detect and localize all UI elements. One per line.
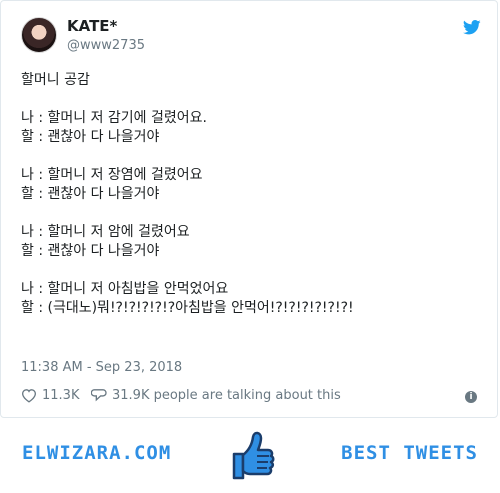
tweet-line: 할 : 괜찮아 다 나을거야	[21, 186, 160, 202]
tweet-line	[21, 147, 481, 166]
talking-count: 31.9K people are talking about this	[112, 388, 341, 403]
tweet-timestamp[interactable]: 11:38 AM - Sep 23, 2018	[21, 360, 182, 375]
info-icon[interactable]: i	[465, 391, 477, 403]
tweet-header: KATE* @www2735	[21, 17, 481, 57]
banner-tagline: BEST TWEETS	[341, 442, 478, 464]
tweet-line: 할 : 괜찮아 다 나을거야	[21, 243, 160, 259]
tweet-card: KATE* @www2735 할머니 공감 나 : 할머니 저 감기에 걸렸어요…	[0, 0, 498, 418]
like-button[interactable]: 11.3K	[21, 388, 79, 403]
tweet-line: 나 : 할머니 저 장염에 걸렸어요	[21, 167, 203, 183]
tweet-actions: 11.3K 31.9K people are talking about thi…	[21, 388, 481, 408]
conversation-link[interactable]: 31.9K people are talking about this	[91, 388, 341, 403]
twitter-bird-icon[interactable]	[463, 20, 481, 35]
site-name: ELWIZARA.COM	[22, 442, 172, 464]
thumbs-up-icon	[232, 431, 275, 480]
footer-banner: ELWIZARA.COM BEST TWEETS	[0, 418, 500, 493]
tweet-line: 할머니 공감	[21, 72, 90, 88]
like-count: 11.3K	[42, 388, 80, 403]
tweet-line	[21, 90, 481, 109]
tweet-line: 나 : 할머니 저 암에 걸렸어요	[21, 224, 190, 240]
tweet-line: 할 : 괜찮아 다 나을거야	[21, 129, 160, 145]
tweet-line: 할 : (극대노)뭐!?!?!?!?!?아침밥을 안먹어!?!?!?!?!?!?…	[21, 300, 354, 316]
tweet-line: 나 : 할머니 저 감기에 걸렸어요.	[21, 110, 207, 126]
heart-icon	[21, 389, 37, 403]
tweet-line	[21, 204, 481, 223]
tweet-line	[21, 261, 481, 280]
comment-icon	[91, 389, 107, 402]
display-name[interactable]: KATE*	[67, 17, 117, 35]
tweet-text: 할머니 공감 나 : 할머니 저 감기에 걸렸어요. 할 : 괜찮아 다 나을거…	[21, 71, 481, 318]
avatar[interactable]	[21, 17, 57, 53]
user-handle[interactable]: @www2735	[67, 38, 145, 53]
tweet-line: 나 : 할머니 저 아침밥을 안먹었어요	[21, 281, 229, 297]
